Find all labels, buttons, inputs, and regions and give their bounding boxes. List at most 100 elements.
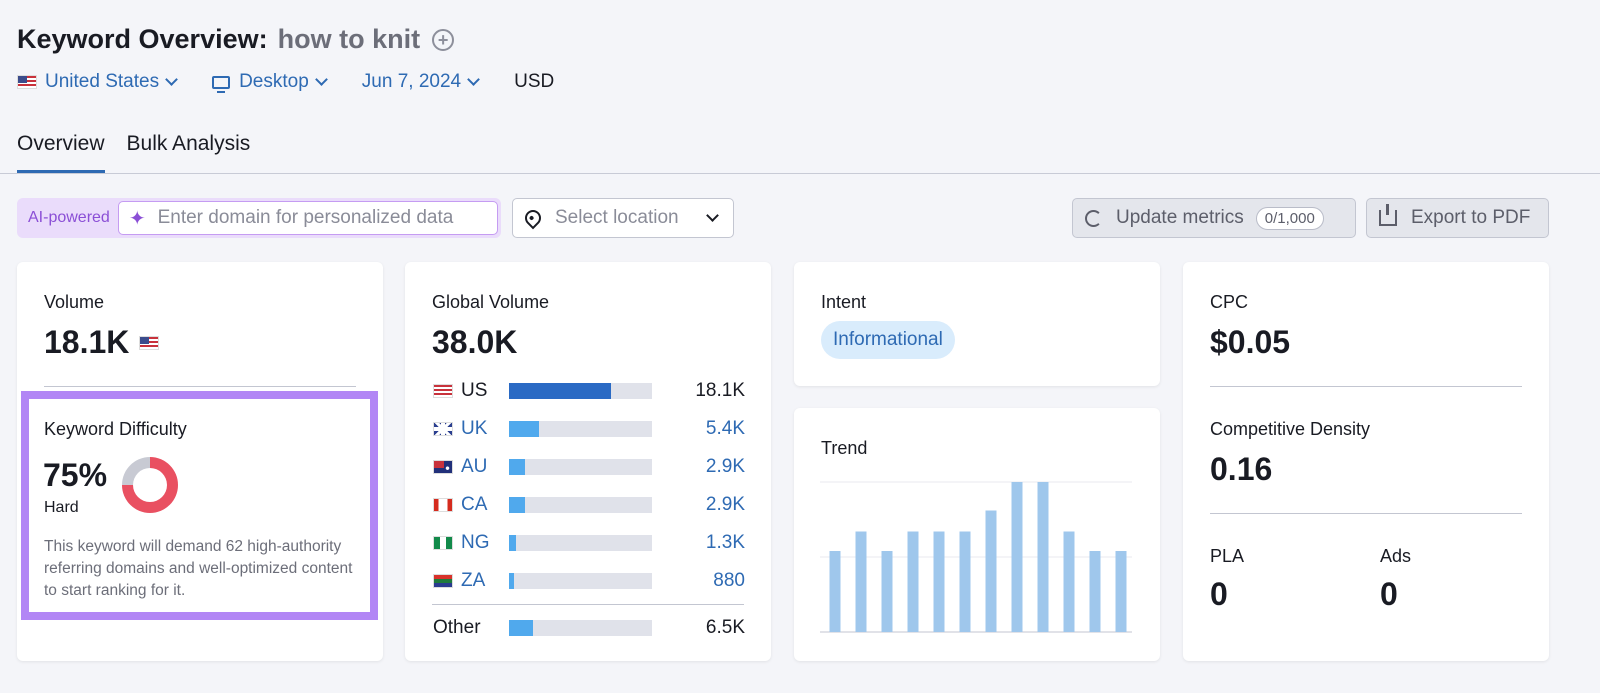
toolbar: AI-powered ✦ Enter domain for personaliz…	[17, 198, 1549, 238]
us-flag-icon	[139, 335, 160, 350]
update-count-badge: 0/1,000	[1255, 206, 1324, 230]
country-value: 2.9K	[705, 456, 745, 477]
tab-bar: Overview Bulk Analysis	[17, 132, 250, 173]
ng-flag-icon	[433, 536, 453, 550]
trend-bar[interactable]	[1063, 531, 1075, 633]
trend-chart	[820, 481, 1132, 633]
trend-bar[interactable]	[829, 551, 841, 632]
currency-text: USD	[514, 71, 555, 92]
pla-label: PLA	[1210, 546, 1245, 566]
keyword-difficulty-highlight: Keyword Difficulty 75% Hard This keyword…	[21, 391, 378, 620]
global-volume-card: Global Volume 38.0K US 18.1K UK 5.4K AU 2.9K C…	[405, 262, 771, 661]
currency-label: USD	[514, 71, 554, 93]
page-title: Keyword Overview:	[17, 24, 268, 54]
country-bar-fill	[509, 421, 540, 437]
country-value: 1.3K	[705, 532, 745, 553]
other-bar-fill	[509, 620, 534, 636]
ai-powered-label: AI-powered	[28, 209, 110, 226]
trend-bar[interactable]	[1089, 551, 1101, 632]
country-value: 5.4K	[705, 418, 745, 439]
country-code: AU	[461, 456, 488, 477]
country-row-uk[interactable]: UK 5.4K	[433, 418, 745, 440]
country-bar-fill	[509, 535, 517, 551]
divider	[432, 604, 744, 605]
kd-level: Hard	[44, 499, 79, 516]
device-dropdown[interactable]: Desktop	[212, 71, 328, 93]
chevron-down-icon	[467, 73, 480, 86]
country-bar-fill	[509, 459, 526, 475]
trend-bar[interactable]	[933, 531, 945, 633]
country-bar	[509, 497, 652, 513]
chevron-down-icon	[314, 73, 328, 86]
trend-bar[interactable]	[855, 531, 867, 633]
cpc-value: $0.05	[1210, 324, 1291, 360]
divider	[1210, 386, 1522, 387]
au-flag-icon	[433, 460, 453, 474]
country-code: ZA	[461, 570, 486, 591]
ca-flag-icon	[433, 498, 453, 512]
global-volume-value: 38.0K	[432, 324, 518, 360]
trend-bar[interactable]	[985, 510, 997, 633]
volume-value: 18.1K	[44, 324, 130, 360]
domain-input[interactable]: ✦ Enter domain for personalized data	[117, 201, 498, 235]
country-bar	[509, 383, 652, 399]
country-code: NG	[461, 532, 490, 553]
chevron-down-icon	[165, 73, 178, 86]
filter-bar: United States Desktop Jun 7, 2024 USD	[17, 71, 590, 93]
tabs-divider	[0, 173, 1600, 174]
export-pdf-label: Export to PDF	[1411, 207, 1531, 228]
keyword-title: how to knit	[277, 24, 421, 54]
country-row-ng[interactable]: NG 1.3K	[433, 532, 745, 554]
tab-overview[interactable]: Overview	[17, 132, 105, 173]
add-to-list-icon[interactable]: +	[432, 28, 455, 51]
country-bar	[509, 421, 652, 437]
kd-value: 75%	[43, 457, 108, 493]
kd-donut-chart	[122, 457, 178, 513]
country-bar	[509, 573, 652, 589]
country-bar	[509, 535, 652, 551]
country-value: 2.9K	[705, 494, 745, 515]
location-select[interactable]: Select location	[512, 198, 734, 238]
volume-value-row: 18.1K	[44, 324, 160, 361]
intent-badge[interactable]: Informational	[821, 321, 955, 359]
update-metrics-label: Update metrics	[1116, 207, 1244, 228]
tab-bulk-analysis[interactable]: Bulk Analysis	[127, 132, 251, 173]
trend-bar[interactable]	[1011, 482, 1023, 632]
chevron-down-icon	[706, 209, 719, 222]
other-bar	[509, 620, 652, 636]
pla-value: 0	[1210, 576, 1228, 612]
other-row: Other 6.5K	[433, 617, 745, 639]
uk-flag-icon	[433, 422, 453, 436]
location-placeholder: Select location	[555, 207, 679, 228]
other-label: Other	[433, 617, 481, 638]
country-bar-fill	[509, 497, 526, 513]
country-code: CA	[461, 494, 488, 515]
trend-bar[interactable]	[1037, 482, 1049, 632]
country-code: US	[461, 380, 488, 401]
update-metrics-button[interactable]: Update metrics 0/1,000	[1072, 198, 1356, 238]
global-volume-label: Global Volume	[432, 292, 550, 312]
cpc-card: CPC $0.05 Competitive Density 0.16 PLA 0…	[1183, 262, 1549, 661]
trend-card: Trend	[794, 408, 1160, 661]
country-row-ca[interactable]: CA 2.9K	[433, 494, 745, 516]
trend-bar[interactable]	[907, 531, 919, 633]
country-row-au[interactable]: AU 2.9K	[433, 456, 745, 478]
location-pin-icon	[521, 206, 545, 230]
country-row-za[interactable]: ZA 880	[433, 570, 745, 592]
export-pdf-button[interactable]: Export to PDF	[1366, 198, 1549, 238]
country-label: United States	[45, 71, 160, 92]
sparkle-icon: ✦	[128, 207, 146, 230]
intent-card: Intent Informational	[794, 262, 1160, 386]
country-value: 18.1K	[695, 380, 745, 401]
other-value: 6.5K	[705, 617, 745, 638]
domain-placeholder: Enter domain for personalized data	[157, 207, 454, 228]
country-bar-fill	[509, 573, 514, 589]
trend-label: Trend	[821, 438, 868, 458]
date-label: Jun 7, 2024	[361, 71, 462, 92]
trend-bar[interactable]	[881, 551, 893, 632]
trend-bar[interactable]	[959, 531, 971, 633]
trend-bar[interactable]	[1115, 551, 1127, 632]
country-value: 880	[713, 570, 745, 591]
country-dropdown[interactable]: United States	[17, 71, 178, 93]
date-dropdown[interactable]: Jun 7, 2024	[361, 71, 480, 93]
